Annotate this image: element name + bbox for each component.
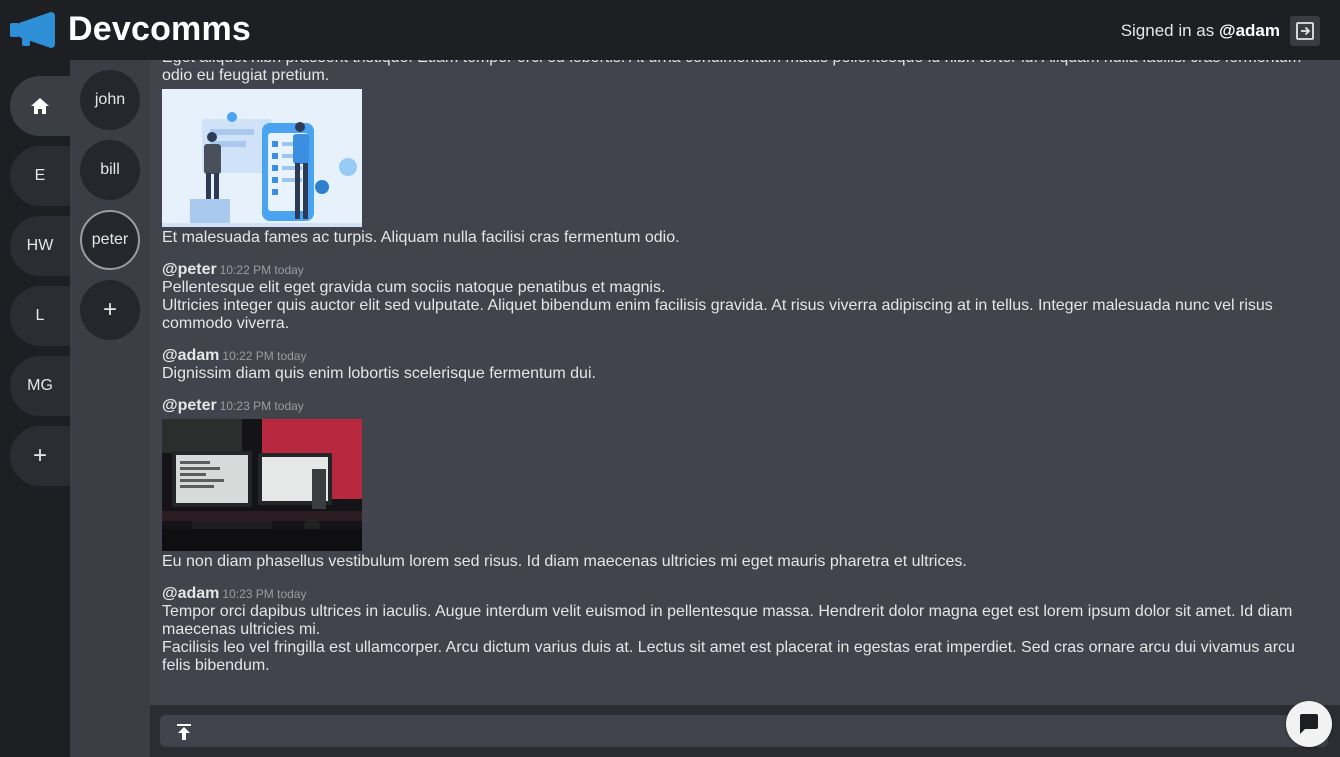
server-hw[interactable]: HW	[10, 216, 70, 276]
message-text: Facilisis leo vel fringilla est ullamcor…	[162, 639, 1295, 674]
message-text: Dignissim diam quis enim lobortis sceler…	[162, 365, 596, 382]
upload-icon[interactable]	[176, 723, 192, 741]
dm-bill[interactable]: bill	[80, 140, 140, 200]
message-text: Pellentesque elit eget gravida cum socii…	[162, 279, 666, 296]
server-mg[interactable]: MG	[10, 356, 70, 416]
message-group: @adam 10:22 PM today Dignissim diam quis …	[162, 347, 1320, 383]
server-e[interactable]: E	[10, 146, 70, 206]
add-dm-button[interactable]: +	[80, 280, 140, 340]
message-text: Eu non diam phasellus vestibulum lorem s…	[162, 553, 967, 570]
logout-icon	[1296, 22, 1314, 40]
dm-peter[interactable]: peter	[80, 210, 140, 270]
server-rail: E HW L MG +	[0, 60, 70, 757]
message-text: Eget aliquet nibh praesent tristique. Et…	[162, 60, 1301, 84]
message-group: Eget aliquet nibh praesent tristique. Et…	[162, 60, 1320, 247]
message-author[interactable]: @adam	[162, 347, 219, 364]
message-group: @adam 10:23 PM today Tempor orci dapibus …	[162, 585, 1320, 675]
signed-in-prefix: Signed in as	[1120, 21, 1215, 40]
message-area[interactable]: Eget aliquet nibh praesent tristique. Et…	[150, 60, 1340, 705]
desk-setup-photo	[162, 419, 362, 551]
message-author[interactable]: @adam	[162, 585, 219, 602]
message-list: Eget aliquet nibh praesent tristique. Et…	[162, 60, 1320, 675]
message-timestamp: 10:22 PM today	[219, 263, 304, 277]
server-home[interactable]	[10, 76, 70, 136]
signed-in-user: @adam	[1219, 21, 1280, 40]
message-input[interactable]	[160, 715, 1328, 747]
message-group: @peter 10:22 PM today Pellentesque elit e…	[162, 261, 1320, 333]
send-button[interactable]	[1286, 701, 1332, 747]
message-author[interactable]: @peter	[162, 397, 217, 414]
dm-john[interactable]: john	[80, 70, 140, 130]
composer-bar	[150, 705, 1340, 757]
server-l[interactable]: L	[10, 286, 70, 346]
message-timestamp: 10:23 PM today	[222, 587, 307, 601]
message-author[interactable]: @peter	[162, 261, 217, 278]
message-group: @peter 10:23 PM today Eu non diam phasel…	[162, 397, 1320, 571]
dm-list: john bill peter +	[70, 60, 150, 757]
chat-bubble-icon	[1300, 714, 1318, 734]
top-bar: Devcomms Signed in as @adam	[0, 0, 1340, 60]
add-server-button[interactable]: +	[10, 426, 70, 486]
home-icon	[31, 98, 49, 114]
megaphone-icon	[10, 12, 55, 48]
logout-button[interactable]	[1290, 16, 1320, 46]
illustration-image	[162, 89, 362, 227]
message-timestamp: 10:22 PM today	[222, 349, 307, 363]
message-text: Et malesuada fames ac turpis. Aliquam nu…	[162, 229, 680, 246]
signed-in-status: Signed in as @adam	[1121, 21, 1280, 41]
app-title: Devcomms	[68, 10, 252, 48]
message-timestamp: 10:23 PM today	[219, 399, 304, 413]
message-text: Ultricies integer quis auctor elit sed v…	[162, 297, 1273, 332]
message-text: Tempor orci dapibus ultrices in iaculis.…	[162, 603, 1293, 638]
